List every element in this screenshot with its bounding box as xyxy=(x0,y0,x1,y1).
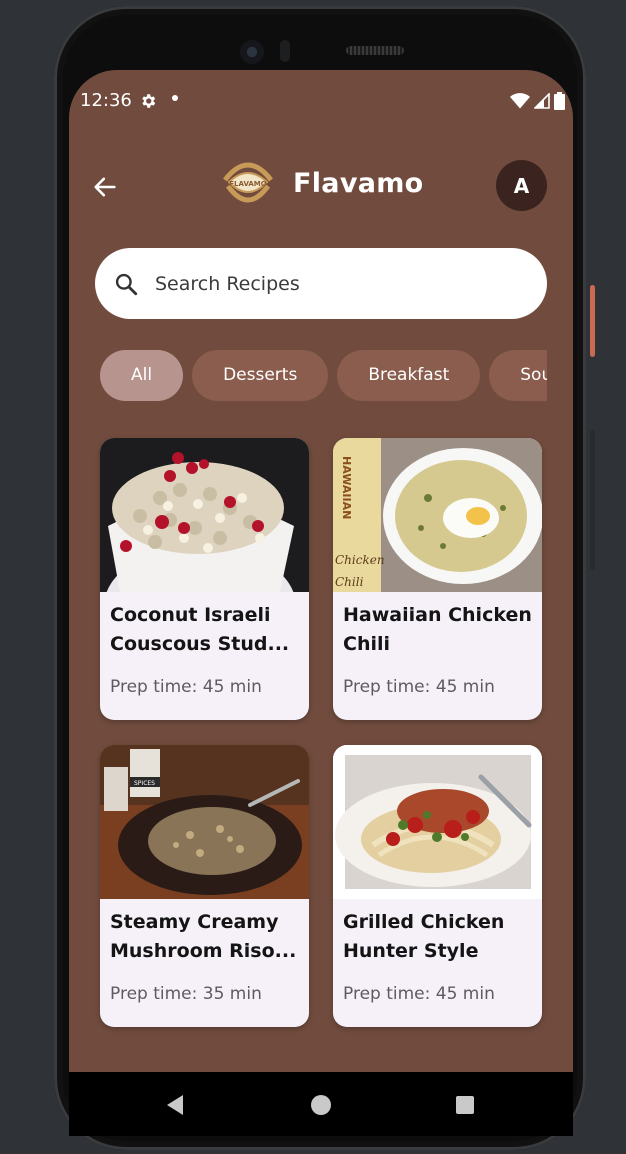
status-bar: 12:36 xyxy=(69,70,573,132)
recipe-name: Hawaiian Chicken Chili xyxy=(343,604,532,655)
nav-back-icon[interactable] xyxy=(165,1094,185,1116)
nav-recents-icon[interactable] xyxy=(456,1096,474,1114)
recipe-image xyxy=(333,745,542,899)
recipe-name: Steamy Creamy Mushroom Riso... xyxy=(110,911,297,962)
recipe-card[interactable]: Coconut Israeli Couscous Stud... Prep ti… xyxy=(100,438,309,720)
logo-text: FLAVAMO xyxy=(229,180,267,188)
image-text: SPICES xyxy=(134,780,155,787)
recipe-image: HAWAIIAN Chicken Chili xyxy=(333,438,542,592)
proximity-sensor xyxy=(280,40,290,62)
status-time: 12:36 xyxy=(80,90,132,111)
system-nav-bar xyxy=(69,1072,573,1136)
battery-icon xyxy=(554,92,565,110)
recipe-image xyxy=(100,438,309,592)
recipe-prep-time: Prep time: 35 min xyxy=(110,984,262,1004)
status-icons xyxy=(510,92,565,110)
gear-icon xyxy=(142,94,156,108)
app-logo: FLAVAMO xyxy=(223,162,273,203)
category-chips: AllDessertsBreakfastSoups xyxy=(100,350,547,402)
back-arrow-icon[interactable] xyxy=(91,173,119,201)
search-bar[interactable] xyxy=(95,248,547,319)
recipe-name: Grilled Chicken Hunter Style xyxy=(343,911,505,962)
front-camera xyxy=(240,40,264,64)
recipe-card[interactable]: Grilled Chicken Hunter Style Prep time: … xyxy=(333,745,542,1027)
volume-button xyxy=(590,430,595,570)
avatar[interactable]: A xyxy=(496,160,547,211)
wifi-icon xyxy=(510,93,530,109)
avatar-initial: A xyxy=(513,173,530,198)
image-text: Chili xyxy=(335,575,364,589)
image-text: Chicken xyxy=(335,553,385,567)
recipe-prep-time: Prep time: 45 min xyxy=(343,677,495,697)
recipe-card[interactable]: SPICES Steamy Creamy Mushroom Riso... Pr… xyxy=(100,745,309,1027)
recipe-card[interactable]: HAWAIIAN Chicken Chili Hawaiian Chicken … xyxy=(333,438,542,720)
chip-soups[interactable]: Soups xyxy=(489,350,547,401)
nav-home-icon[interactable] xyxy=(311,1095,331,1115)
recipe-prep-time: Prep time: 45 min xyxy=(343,984,495,1004)
notification-dot-icon xyxy=(172,95,178,101)
search-input[interactable] xyxy=(153,271,497,296)
chip-all[interactable]: All xyxy=(100,350,184,401)
earpiece-speaker xyxy=(346,46,404,55)
power-button xyxy=(590,285,595,357)
image-text: HAWAIIAN xyxy=(340,456,353,519)
recipe-prep-time: Prep time: 45 min xyxy=(110,677,262,697)
app-bar: FLAVAMO Flavamo A xyxy=(69,152,573,222)
search-icon xyxy=(115,273,138,295)
recipe-image: SPICES xyxy=(100,745,309,899)
signal-icon xyxy=(534,93,550,109)
app-screen: 12:36 FLAVAMO Flavamo A Search Recipes A… xyxy=(69,70,573,1136)
chip-breakfast[interactable]: Breakfast xyxy=(337,350,481,401)
chip-desserts[interactable]: Desserts xyxy=(192,350,329,401)
app-title: Flavamo xyxy=(293,168,424,199)
recipe-name: Coconut Israeli Couscous Stud... xyxy=(110,604,290,655)
